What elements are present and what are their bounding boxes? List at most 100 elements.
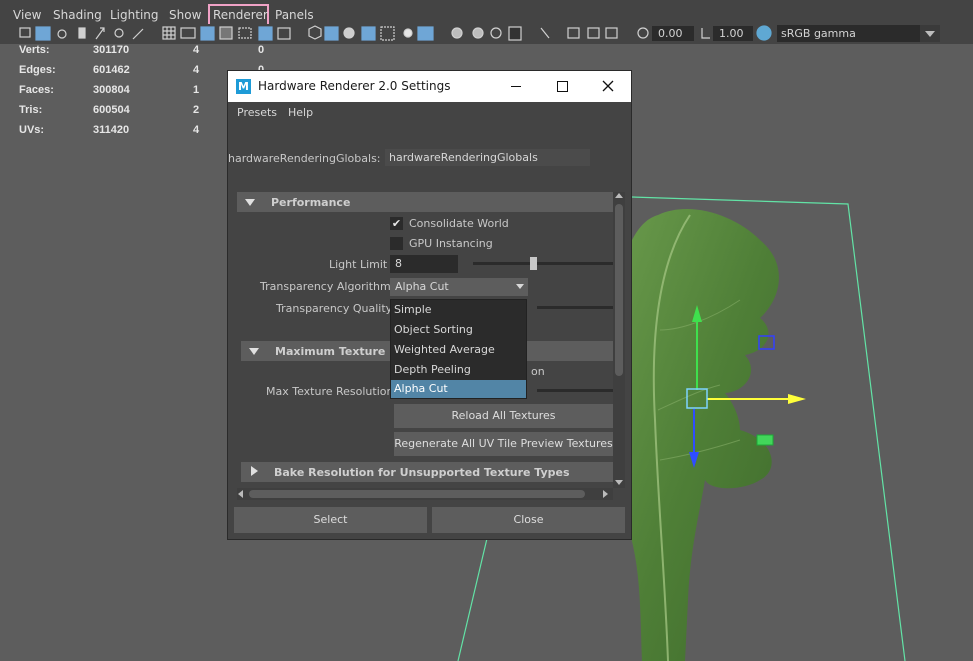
resolution-gate-icon bbox=[200, 26, 215, 41]
hud-uvs-total: 311420 bbox=[93, 124, 130, 136]
settings-scroll-area[interactable]: Performance ✔ Consolidate World GPU Inst… bbox=[237, 192, 625, 488]
safe-title-icon bbox=[277, 27, 291, 40]
view-transform-dropdown-button[interactable] bbox=[920, 25, 940, 42]
dropdown-option-object-sorting[interactable]: Object Sorting bbox=[391, 320, 526, 340]
select-button[interactable]: Select bbox=[234, 507, 427, 533]
close-icon bbox=[602, 80, 614, 92]
hud-edges-total: 601462 bbox=[93, 64, 130, 76]
hud-tris-selected: 2 bbox=[193, 104, 200, 116]
dropdown-option-simple[interactable]: Simple bbox=[391, 300, 526, 320]
menu-lighting[interactable]: Lighting bbox=[110, 8, 159, 23]
dialog-titlebar[interactable]: M Hardware Renderer 2.0 Settings bbox=[228, 71, 631, 102]
hud-edges-selected: 4 bbox=[193, 64, 200, 76]
use-all-lights-icon bbox=[403, 28, 413, 38]
chevron-down-icon bbox=[516, 284, 524, 289]
xray-icon bbox=[567, 27, 580, 39]
node-name-field[interactable]: hardwareRenderingGlobals bbox=[385, 149, 590, 166]
horizontal-scrollbar[interactable] bbox=[237, 488, 613, 500]
consolidate-world-label: Consolidate World bbox=[409, 217, 509, 230]
wireframe-on-shaded-icon bbox=[361, 26, 376, 41]
manipulator-x-arrow bbox=[788, 394, 806, 404]
minimize-icon bbox=[511, 86, 521, 87]
scroll-left-icon[interactable] bbox=[238, 490, 243, 498]
close-window-button[interactable] bbox=[585, 71, 631, 102]
scroll-up-icon[interactable] bbox=[615, 193, 623, 198]
max-texture-partial-label: on bbox=[531, 365, 545, 378]
bookmark-camera-icon bbox=[57, 29, 67, 39]
hud-verts-total: 301170 bbox=[93, 44, 130, 56]
dropdown-option-depth-peeling[interactable]: Depth Peeling bbox=[391, 360, 526, 380]
select-camera-icon bbox=[19, 27, 31, 38]
menu-view[interactable]: View bbox=[13, 8, 41, 23]
horizontal-scroll-thumb[interactable] bbox=[249, 490, 585, 498]
grid-icon bbox=[162, 26, 176, 40]
menu-show[interactable]: Show bbox=[169, 8, 201, 23]
paint-icon bbox=[132, 28, 144, 40]
performance-section-title: Performance bbox=[271, 196, 351, 209]
grease-pencil-icon bbox=[114, 28, 124, 38]
minimize-button[interactable] bbox=[493, 71, 539, 102]
safe-action-icon bbox=[258, 26, 273, 41]
regenerate-uv-tile-textures-button[interactable]: Regenerate All UV Tile Preview Textures bbox=[394, 432, 613, 456]
menu-renderer[interactable]: Renderer bbox=[213, 8, 268, 23]
light-limit-field[interactable]: 8 bbox=[390, 255, 458, 273]
reload-textures-button[interactable]: Reload All Textures bbox=[394, 404, 613, 428]
vertical-scrollbar[interactable] bbox=[613, 192, 625, 488]
transparency-quality-label: Transparency Quality bbox=[276, 302, 393, 315]
transparency-algorithm-dropdown: Simple Object Sorting Weighted Average D… bbox=[390, 299, 527, 399]
max-texture-resolution-slider[interactable] bbox=[537, 389, 613, 392]
menu-presets[interactable]: Presets bbox=[237, 106, 277, 119]
scroll-down-icon[interactable] bbox=[615, 480, 623, 485]
light-limit-slider-handle[interactable] bbox=[529, 257, 537, 270]
menu-panels[interactable]: Panels bbox=[275, 8, 314, 23]
depth-of-field-icon bbox=[508, 26, 522, 41]
hud-faces-total: 300804 bbox=[93, 84, 130, 96]
gamma-icon bbox=[701, 28, 710, 39]
hud-tris-label: Tris: bbox=[19, 104, 43, 116]
hud-uvs-selected: 4 bbox=[193, 124, 200, 136]
consolidate-world-checkbox[interactable]: ✔ bbox=[390, 217, 403, 230]
image-plane-icon bbox=[78, 27, 86, 39]
shadows-icon bbox=[417, 26, 434, 41]
dropdown-option-weighted-average[interactable]: Weighted Average bbox=[391, 340, 526, 360]
maximize-icon bbox=[557, 81, 568, 92]
viewport-toolbar: 0.00 1.00 sRGB gamma bbox=[0, 24, 973, 44]
menu-help[interactable]: Help bbox=[288, 106, 313, 119]
menu-shading[interactable]: Shading bbox=[53, 8, 102, 23]
hud-verts-components: 0 bbox=[258, 44, 265, 56]
hud-edges-label: Edges: bbox=[19, 64, 56, 76]
vertical-scroll-thumb[interactable] bbox=[615, 204, 623, 376]
gate-mask-icon bbox=[219, 26, 233, 40]
transparency-algorithm-value: Alpha Cut bbox=[395, 280, 449, 293]
transparency-quality-slider[interactable] bbox=[537, 306, 613, 309]
performance-section-header[interactable]: Performance bbox=[237, 192, 613, 212]
field-chart-icon bbox=[238, 27, 252, 39]
viewport-menubar: View Shading Lighting Show Renderer Pane… bbox=[0, 0, 973, 26]
screen-space-ao-icon bbox=[451, 27, 463, 39]
light-limit-slider[interactable] bbox=[473, 262, 613, 265]
maximize-button[interactable] bbox=[539, 71, 585, 102]
gamma-field[interactable]: 1.00 bbox=[713, 26, 753, 41]
close-button[interactable]: Close bbox=[432, 507, 625, 533]
hud-faces-selected: 1 bbox=[193, 84, 200, 96]
gpu-instancing-checkbox[interactable] bbox=[390, 237, 403, 250]
hud-faces-label: Faces: bbox=[19, 84, 54, 96]
expand-arrow-icon bbox=[249, 348, 259, 355]
color-management-icon bbox=[756, 25, 772, 41]
dialog-menubar: Presets Help bbox=[228, 102, 631, 124]
view-transform-value: sRGB gamma bbox=[781, 27, 856, 40]
node-name-label: hardwareRenderingGlobals: bbox=[228, 152, 381, 165]
exposure-field[interactable]: 0.00 bbox=[652, 26, 694, 41]
maya-app-icon: M bbox=[236, 79, 251, 94]
transparency-algorithm-select[interactable]: Alpha Cut bbox=[390, 278, 528, 296]
bake-resolution-section-header[interactable]: Bake Resolution for Unsupported Texture … bbox=[241, 462, 613, 482]
hud-uvs-label: UVs: bbox=[19, 124, 45, 136]
light-limit-label: Light Limit bbox=[329, 258, 388, 271]
dropdown-option-alpha-cut[interactable]: Alpha Cut bbox=[391, 380, 526, 398]
hud-tris-total: 600504 bbox=[93, 104, 130, 116]
smooth-shade-icon bbox=[324, 26, 339, 41]
film-gate-icon bbox=[180, 27, 196, 39]
scroll-right-icon[interactable] bbox=[603, 490, 608, 498]
gpu-instancing-label: GPU Instancing bbox=[409, 237, 493, 250]
view-transform-select[interactable]: sRGB gamma bbox=[777, 25, 940, 42]
